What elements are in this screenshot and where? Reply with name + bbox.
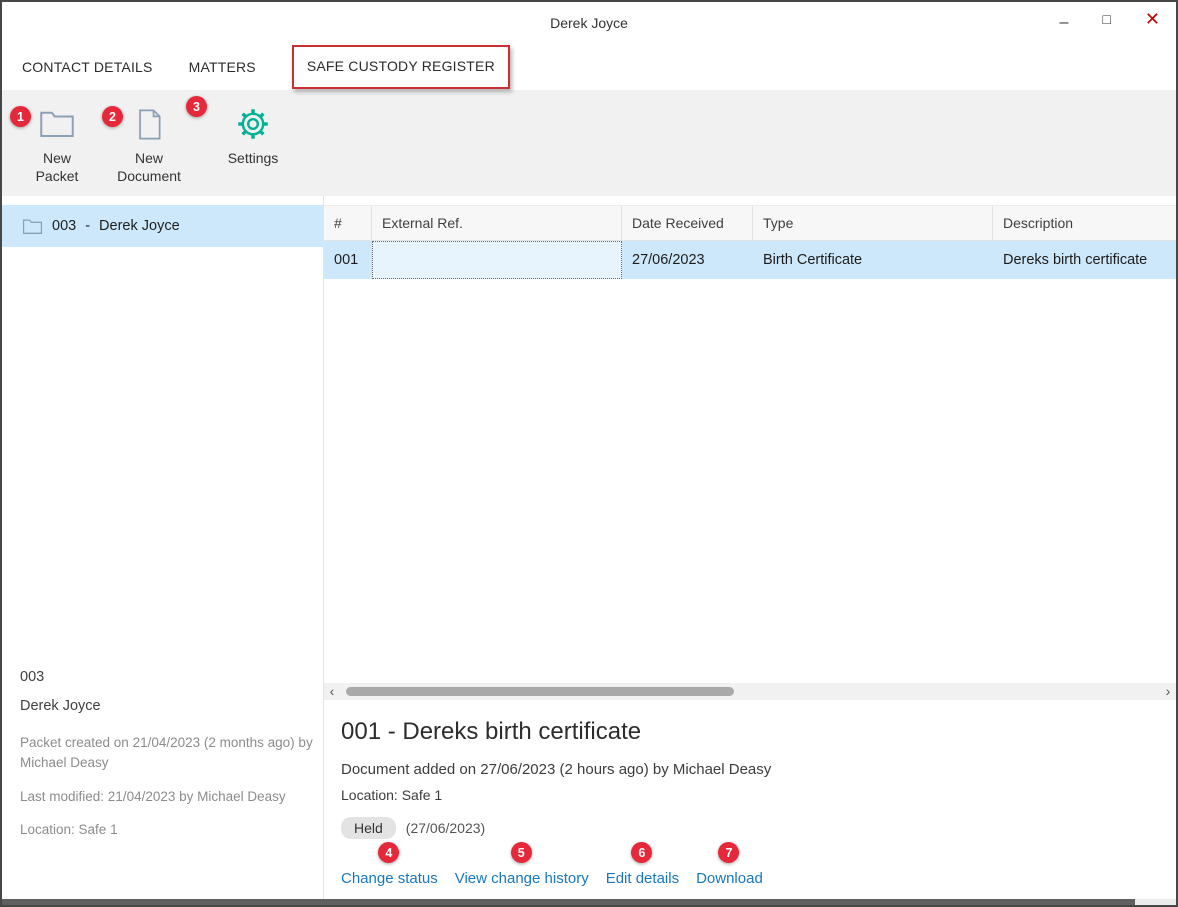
new-packet-folder-icon — [39, 102, 75, 146]
status-badge: Held — [341, 817, 396, 839]
packet-list-item[interactable]: 003 - Derek Joyce — [2, 205, 323, 247]
annotation-badge-3: 3 — [186, 96, 207, 117]
window-scrollbar-thumb[interactable] — [2, 899, 1135, 905]
document-title: 001 - Dereks birth certificate — [341, 718, 642, 745]
minimize-button[interactable]: – — [1060, 15, 1069, 31]
scroll-left-arrow-icon[interactable]: ‹ — [324, 683, 340, 700]
column-header-date-received[interactable]: Date Received — [622, 206, 753, 240]
view-change-history-label: View change history — [454, 870, 589, 887]
new-document-button[interactable]: 2 New Document — [102, 102, 190, 185]
app-window: Derek Joyce – □ ✕ CONTACT DETAILS MATTER… — [0, 0, 1178, 907]
packet-created-text: Packet created on 21/04/2023 (2 months a… — [20, 735, 313, 771]
edit-details-label: Edit details — [605, 870, 680, 887]
tab-matters[interactable]: MATTERS — [189, 59, 256, 75]
document-detail-panel: 001 - Dereks birth certificate Document … — [324, 700, 1176, 899]
annotation-tab-highlight: SAFE CUSTODY REGISTER — [291, 45, 510, 89]
document-actions: 4 Change status 5 View change history 6 … — [341, 842, 1176, 887]
change-status-link[interactable]: 4 Change status — [341, 842, 438, 887]
cell-type: Birth Certificate — [763, 252, 863, 268]
packet-folder-icon — [22, 218, 43, 235]
annotation-badge-1: 1 — [10, 106, 31, 127]
edit-details-link[interactable]: 6 Edit details — [605, 842, 680, 887]
settings-gear-icon — [236, 102, 270, 146]
documents-table-header: # External Ref. Date Received Type Descr… — [324, 205, 1176, 241]
tab-contact-details[interactable]: CONTACT DETAILS — [22, 59, 153, 75]
packet-separator: - — [85, 218, 91, 234]
main-panel: # External Ref. Date Received Type Descr… — [324, 196, 1176, 899]
new-document-icon — [136, 102, 163, 146]
change-status-label: Change status — [341, 870, 438, 887]
close-button[interactable]: ✕ — [1145, 10, 1160, 28]
view-change-history-link[interactable]: 5 View change history — [454, 842, 589, 887]
external-ref-cell[interactable] — [372, 241, 622, 279]
maximize-button[interactable]: □ — [1102, 12, 1110, 26]
cell-date-received: 27/06/2023 — [632, 252, 705, 268]
packet-sidebar: 003 - Derek Joyce 003 Derek Joyce Packet… — [2, 196, 324, 899]
cell-number: 001 — [334, 252, 359, 268]
packet-modified-text: Last modified: 21/04/2023 by Michael Dea… — [20, 788, 286, 804]
new-document-label: New Document — [117, 150, 181, 184]
tab-strip: CONTACT DETAILS MATTERS SAFE CUSTODY REG… — [2, 44, 1176, 90]
document-added-text: Document added on 27/06/2023 (2 hours ag… — [341, 761, 772, 778]
tab-safe-custody-register[interactable]: SAFE CUSTODY REGISTER — [307, 58, 495, 74]
window-horizontal-scrollbar[interactable] — [2, 899, 1176, 905]
content-area: 003 - Derek Joyce 003 Derek Joyce Packet… — [2, 196, 1176, 899]
cell-description: Dereks birth certificate — [1003, 252, 1148, 268]
new-packet-label: New Packet — [35, 150, 79, 184]
column-header-external-ref[interactable]: External Ref. — [372, 206, 622, 240]
scrollbar-thumb[interactable] — [346, 687, 734, 696]
scroll-right-arrow-icon[interactable]: › — [1160, 683, 1176, 700]
annotation-badge-6: 6 — [631, 842, 653, 863]
packet-details: 003 Derek Joyce Packet created on 21/04/… — [20, 667, 315, 854]
document-location-text: Location: Safe 1 — [341, 787, 443, 803]
column-header-description[interactable]: Description — [993, 206, 1176, 240]
packet-details-name: Derek Joyce — [20, 698, 101, 715]
settings-button[interactable]: 3 Settings — [186, 96, 292, 168]
column-header-type[interactable]: Type — [753, 206, 993, 240]
table-row[interactable]: 001 27/06/2023 Birth Certificate Dereks … — [324, 241, 1176, 279]
annotation-badge-5: 5 — [510, 842, 532, 863]
annotation-badge-4: 4 — [378, 842, 400, 863]
annotation-badge-7: 7 — [718, 842, 740, 863]
column-header-number[interactable]: # — [324, 206, 372, 240]
download-label: Download — [696, 870, 763, 887]
toolbar: 1 New Packet 2 New Document 3 Settings — [2, 90, 1176, 196]
window-controls: – □ ✕ — [1060, 10, 1160, 31]
window-title: Derek Joyce — [550, 15, 628, 31]
new-packet-button[interactable]: 1 New Packet — [10, 102, 90, 185]
download-link[interactable]: 7 Download — [696, 842, 763, 887]
packet-code: 003 — [52, 218, 77, 234]
table-horizontal-scrollbar[interactable]: ‹ › — [324, 683, 1176, 700]
packet-details-code: 003 — [20, 668, 45, 685]
annotation-badge-2: 2 — [102, 106, 123, 127]
table-empty-area — [324, 279, 1176, 683]
packet-location-text: Location: Safe 1 — [20, 821, 118, 837]
settings-label: Settings — [227, 150, 279, 166]
status-date: (27/06/2023) — [405, 820, 486, 836]
status-row: Held (27/06/2023) — [341, 817, 1176, 839]
packet-name: Derek Joyce — [99, 218, 180, 234]
title-bar[interactable]: Derek Joyce – □ ✕ — [2, 2, 1176, 44]
